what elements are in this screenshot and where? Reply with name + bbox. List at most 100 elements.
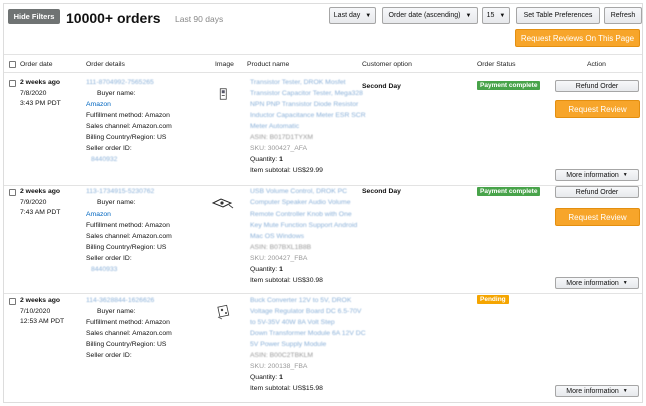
fulfillment-method: Fulfillment method: Amazon: [86, 319, 170, 326]
column-image: Image: [215, 61, 234, 68]
item-subtotal: Item subtotal: US$29.99: [250, 167, 323, 174]
buyer-name-label: Buyer name:: [97, 199, 136, 206]
product-sku: SKU: 200427_FBA: [250, 255, 308, 262]
row-checkbox[interactable]: [9, 189, 16, 196]
seller-order-id-label: Seller order ID:: [86, 255, 132, 262]
item-subtotal: Item subtotal: US$15.98: [250, 385, 323, 392]
chevron-down-icon: ▼: [499, 12, 506, 19]
chevron-down-icon: ▼: [465, 12, 472, 19]
billing-country: Billing Country/Region: US: [86, 341, 167, 348]
order-time: 3:43 PM PDT: [20, 100, 61, 107]
quantity: Quantity: 1: [250, 156, 283, 163]
table-preferences-button[interactable]: Set Table Preferences: [516, 7, 600, 24]
product-name-line[interactable]: Inductor Capacitance Meter ESR SCR: [250, 112, 366, 119]
fulfillment-method: Fulfillment method: Amazon: [86, 222, 170, 229]
row-checkbox[interactable]: [9, 80, 16, 87]
page-title: 10000+ orders: [66, 10, 161, 26]
product-sku: SKU: 200138_FBA: [250, 363, 308, 370]
column-action: Action: [587, 61, 606, 68]
order-date: 7/9/2020: [20, 199, 47, 206]
chevron-down-icon: ▼: [622, 172, 628, 178]
product-image[interactable]: [211, 195, 235, 211]
sales-channel: Sales channel: Amazon.com: [86, 233, 172, 240]
request-reviews-page-button[interactable]: Request Reviews On This Page: [515, 29, 640, 47]
refund-order-button[interactable]: Refund Order: [555, 80, 639, 92]
column-order-details[interactable]: Order details: [86, 61, 125, 68]
status-badge: Payment complete: [477, 81, 541, 90]
order-id-link[interactable]: 113-1734915-5230762: [86, 188, 154, 195]
product-name-line[interactable]: USB Volume Control, DROK PC: [250, 188, 347, 195]
product-name-line[interactable]: Remote Controller Knob with One: [250, 211, 352, 218]
product-asin: ASIN: B017D1TYXM: [250, 134, 314, 141]
more-information-button[interactable]: More information ▼: [555, 277, 639, 289]
product-name-line[interactable]: Transistor Capacitor Tester, Mega328: [250, 90, 363, 97]
quantity: Quantity: 1: [250, 266, 283, 273]
seller-order-id-label: Seller order ID:: [86, 352, 132, 359]
order-relative-date: 2 weeks ago: [20, 188, 61, 195]
product-name-line[interactable]: Buck Converter 12V to 5V, DROK: [250, 297, 351, 304]
product-image[interactable]: [218, 82, 230, 106]
more-information-button[interactable]: More information ▼: [555, 169, 639, 181]
column-order-date[interactable]: Order date: [20, 61, 53, 68]
product-name-line[interactable]: Key Mute Function Support Android: [250, 222, 357, 229]
column-product-name[interactable]: Product name: [247, 61, 289, 68]
order-id-link[interactable]: 114-3628844-1626626: [86, 297, 154, 304]
order-date: 7/10/2020: [20, 308, 51, 315]
select-all-checkbox[interactable]: [9, 61, 16, 68]
status-badge: Payment complete: [477, 187, 541, 196]
quantity: Quantity: 1: [250, 374, 283, 381]
product-name-line[interactable]: Down Transformer Module 6A 12V DC: [250, 330, 366, 337]
more-information-button[interactable]: More information ▼: [555, 385, 639, 397]
product-name-line[interactable]: 5V Power Supply Module: [250, 341, 326, 348]
product-name-line[interactable]: Transistor Tester, DROK Mosfet: [250, 79, 346, 86]
customer-option: Second Day: [362, 83, 401, 90]
product-asin: ASIN: B00C2TBKLM: [250, 352, 314, 359]
buyer-name-label: Buyer name:: [97, 308, 136, 315]
period-select[interactable]: Last day ▼: [329, 7, 376, 24]
seller-order-id-value: 8440933: [91, 266, 118, 273]
sales-channel: Sales channel: Amazon.com: [86, 123, 172, 130]
billing-country: Billing Country/Region: US: [86, 244, 167, 251]
request-review-button[interactable]: Request Review: [555, 100, 640, 118]
request-review-button[interactable]: Request Review: [555, 208, 640, 226]
buyer-name-link[interactable]: Amazon: [86, 211, 111, 218]
product-image[interactable]: [216, 302, 232, 322]
order-relative-date: 2 weeks ago: [20, 79, 61, 86]
sales-channel: Sales channel: Amazon.com: [86, 330, 172, 337]
fulfillment-method: Fulfillment method: Amazon: [86, 112, 170, 119]
item-subtotal: Item subtotal: US$30.98: [250, 277, 323, 284]
status-badge: Pending: [477, 295, 509, 304]
seller-order-id-label: Seller order ID:: [86, 145, 132, 152]
row-checkbox[interactable]: [9, 298, 16, 305]
product-name-line[interactable]: to 5V-35V 40W 8A Volt Step: [250, 319, 335, 326]
billing-country: Billing Country/Region: US: [86, 134, 167, 141]
chevron-down-icon: ▼: [365, 12, 372, 19]
product-name-line[interactable]: Meter Automatic: [250, 123, 299, 130]
period-select-value: Last day: [333, 12, 361, 19]
sort-select-value: Order date (ascending): [388, 12, 461, 19]
order-time: 12:53 AM PDT: [20, 318, 65, 325]
product-name-line[interactable]: Computer Speaker Audio Volume: [250, 199, 351, 206]
product-sku: SKU: 300427_AFA: [250, 145, 308, 152]
page-size-select[interactable]: 15 ▼: [482, 7, 510, 24]
refund-order-button[interactable]: Refund Order: [555, 186, 639, 198]
order-date: 7/8/2020: [20, 90, 47, 97]
page-size-value: 15: [486, 12, 495, 19]
sort-select[interactable]: Order date (ascending) ▼: [382, 7, 478, 24]
product-name-line[interactable]: NPN PNP Transistor Diode Resistor: [250, 101, 358, 108]
hide-filters-button[interactable]: Hide Filters: [8, 9, 60, 24]
order-relative-date: 2 weeks ago: [20, 297, 61, 304]
column-order-status[interactable]: Order Status: [477, 61, 516, 68]
column-customer-option[interactable]: Customer option: [362, 61, 412, 68]
chevron-down-icon: ▼: [622, 388, 628, 394]
order-time: 7:43 AM PDT: [20, 209, 61, 216]
order-id-link[interactable]: 111-8704992-7565265: [86, 79, 154, 86]
orders-page: Hide Filters 10000+ orders Last 90 days …: [3, 3, 643, 403]
product-name-line[interactable]: Mac OS Windows: [250, 233, 304, 240]
product-name-line[interactable]: Voltage Regulator Board DC 6.5-70V: [250, 308, 361, 315]
page-subtitle: Last 90 days: [175, 14, 224, 24]
buyer-name-link[interactable]: Amazon: [86, 101, 111, 108]
refresh-button[interactable]: Refresh: [604, 7, 642, 24]
buyer-name-label: Buyer name:: [97, 90, 136, 97]
chevron-down-icon: ▼: [622, 280, 628, 286]
